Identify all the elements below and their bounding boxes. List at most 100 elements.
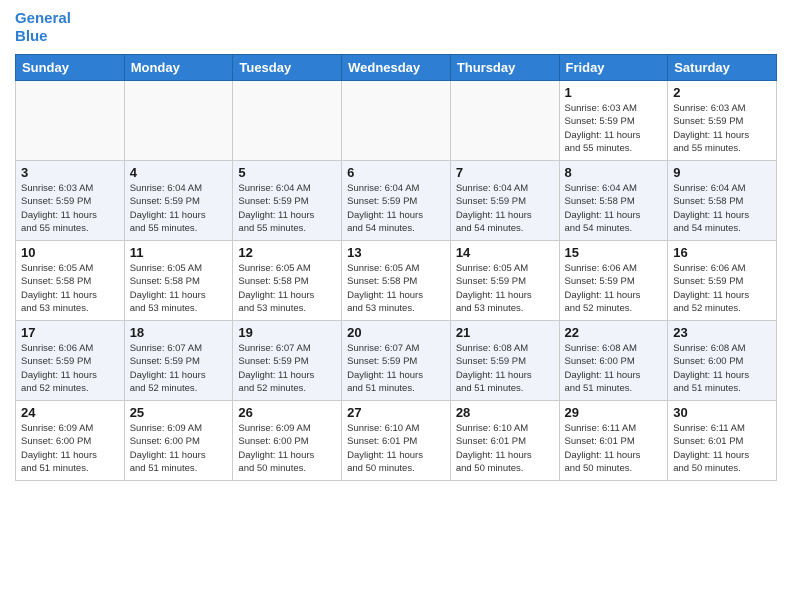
day-cell: 11Sunrise: 6:05 AM Sunset: 5:58 PM Dayli… xyxy=(124,241,233,321)
week-row-2: 3 Sunrise: 6:03 AM Sunset: 5:59 PM Daylig… xyxy=(16,161,777,241)
day-number: 13 xyxy=(347,245,445,260)
day-info: Sunrise: 6:04 AM Sunset: 5:59 PM Dayligh… xyxy=(130,182,228,235)
day-cell xyxy=(124,81,233,161)
day-cell: 2 Sunrise: 6:03 AM Sunset: 5:59 PM Daylig… xyxy=(668,81,777,161)
day-info: Sunrise: 6:07 AM Sunset: 5:59 PM Dayligh… xyxy=(347,342,445,395)
day-number: 14 xyxy=(456,245,554,260)
day-number: 19 xyxy=(238,325,336,340)
day-cell: 29 Sunrise: 6:11 AM Sunset: 6:01 PM Dayli… xyxy=(559,401,668,481)
day-info: Sunrise: 6:03 AM Sunset: 5:59 PM Dayligh… xyxy=(21,182,119,235)
weekday-tuesday: Tuesday xyxy=(233,55,342,81)
day-number: 18 xyxy=(130,325,228,340)
day-cell: 22Sunrise: 6:08 AM Sunset: 6:00 PM Dayli… xyxy=(559,321,668,401)
day-cell: 7Sunrise: 6:04 AM Sunset: 5:59 PM Daylig… xyxy=(450,161,559,241)
day-cell: 30 Sunrise: 6:11 AM Sunset: 6:01 PM Dayli… xyxy=(668,401,777,481)
day-number: 6 xyxy=(347,165,445,180)
day-number: 5 xyxy=(238,165,336,180)
day-info: Sunrise: 6:11 AM Sunset: 6:01 PM Dayligh… xyxy=(565,422,663,475)
day-cell: 13 Sunrise: 6:05 AM Sunset: 5:58 PM Dayli… xyxy=(342,241,451,321)
day-number: 12 xyxy=(238,245,336,260)
weekday-sunday: Sunday xyxy=(16,55,125,81)
day-number: 22 xyxy=(565,325,663,340)
day-cell: 24 Sunrise: 6:09 AM Sunset: 6:00 PM Dayli… xyxy=(16,401,125,481)
day-info: Sunrise: 6:05 AM Sunset: 5:58 PM Dayligh… xyxy=(347,262,445,315)
day-number: 21 xyxy=(456,325,554,340)
weekday-saturday: Saturday xyxy=(668,55,777,81)
day-info: Sunrise: 6:08 AM Sunset: 6:00 PM Dayligh… xyxy=(673,342,771,395)
logo-text: General Blue xyxy=(15,10,71,46)
day-number: 17 xyxy=(21,325,119,340)
day-number: 1 xyxy=(565,85,663,100)
day-cell: 8Sunrise: 6:04 AM Sunset: 5:58 PM Daylig… xyxy=(559,161,668,241)
weekday-header-row: SundayMondayTuesdayWednesdayThursdayFrid… xyxy=(16,55,777,81)
week-row-3: 10 Sunrise: 6:05 AM Sunset: 5:58 PM Dayli… xyxy=(16,241,777,321)
day-info: Sunrise: 6:10 AM Sunset: 6:01 PM Dayligh… xyxy=(347,422,445,475)
day-cell: 23Sunrise: 6:08 AM Sunset: 6:00 PM Dayli… xyxy=(668,321,777,401)
day-number: 11 xyxy=(130,245,228,260)
day-info: Sunrise: 6:09 AM Sunset: 6:00 PM Dayligh… xyxy=(130,422,228,475)
day-info: Sunrise: 6:04 AM Sunset: 5:59 PM Dayligh… xyxy=(238,182,336,235)
page: General Blue SundayMondayTuesdayWednesda… xyxy=(0,0,792,496)
weekday-monday: Monday xyxy=(124,55,233,81)
day-info: Sunrise: 6:04 AM Sunset: 5:59 PM Dayligh… xyxy=(347,182,445,235)
day-info: Sunrise: 6:04 AM Sunset: 5:59 PM Dayligh… xyxy=(456,182,554,235)
day-number: 8 xyxy=(565,165,663,180)
weekday-thursday: Thursday xyxy=(450,55,559,81)
day-cell: 21 Sunrise: 6:08 AM Sunset: 5:59 PM Dayli… xyxy=(450,321,559,401)
day-info: Sunrise: 6:09 AM Sunset: 6:00 PM Dayligh… xyxy=(21,422,119,475)
day-cell xyxy=(16,81,125,161)
day-info: Sunrise: 6:03 AM Sunset: 5:59 PM Dayligh… xyxy=(673,102,771,155)
calendar-table: SundayMondayTuesdayWednesdayThursdayFrid… xyxy=(15,54,777,481)
day-number: 25 xyxy=(130,405,228,420)
day-info: Sunrise: 6:07 AM Sunset: 5:59 PM Dayligh… xyxy=(130,342,228,395)
day-cell: 27 Sunrise: 6:10 AM Sunset: 6:01 PM Dayli… xyxy=(342,401,451,481)
day-cell: 20 Sunrise: 6:07 AM Sunset: 5:59 PM Dayli… xyxy=(342,321,451,401)
day-info: Sunrise: 6:11 AM Sunset: 6:01 PM Dayligh… xyxy=(673,422,771,475)
day-number: 9 xyxy=(673,165,771,180)
day-info: Sunrise: 6:07 AM Sunset: 5:59 PM Dayligh… xyxy=(238,342,336,395)
day-cell: 3 Sunrise: 6:03 AM Sunset: 5:59 PM Daylig… xyxy=(16,161,125,241)
day-info: Sunrise: 6:08 AM Sunset: 5:59 PM Dayligh… xyxy=(456,342,554,395)
day-cell: 10 Sunrise: 6:05 AM Sunset: 5:58 PM Dayli… xyxy=(16,241,125,321)
day-info: Sunrise: 6:05 AM Sunset: 5:58 PM Dayligh… xyxy=(21,262,119,315)
day-number: 29 xyxy=(565,405,663,420)
week-row-5: 24 Sunrise: 6:09 AM Sunset: 6:00 PM Dayli… xyxy=(16,401,777,481)
day-number: 4 xyxy=(130,165,228,180)
day-info: Sunrise: 6:05 AM Sunset: 5:59 PM Dayligh… xyxy=(456,262,554,315)
day-number: 2 xyxy=(673,85,771,100)
day-number: 30 xyxy=(673,405,771,420)
day-info: Sunrise: 6:06 AM Sunset: 5:59 PM Dayligh… xyxy=(21,342,119,395)
day-number: 27 xyxy=(347,405,445,420)
day-info: Sunrise: 6:05 AM Sunset: 5:58 PM Dayligh… xyxy=(238,262,336,315)
day-number: 20 xyxy=(347,325,445,340)
day-cell: 19 Sunrise: 6:07 AM Sunset: 5:59 PM Dayli… xyxy=(233,321,342,401)
logo: General Blue xyxy=(15,10,71,46)
day-cell: 1Sunrise: 6:03 AM Sunset: 5:59 PM Daylig… xyxy=(559,81,668,161)
day-cell: 16Sunrise: 6:06 AM Sunset: 5:59 PM Dayli… xyxy=(668,241,777,321)
day-cell: 4 Sunrise: 6:04 AM Sunset: 5:59 PM Daylig… xyxy=(124,161,233,241)
weekday-friday: Friday xyxy=(559,55,668,81)
day-info: Sunrise: 6:09 AM Sunset: 6:00 PM Dayligh… xyxy=(238,422,336,475)
day-info: Sunrise: 6:06 AM Sunset: 5:59 PM Dayligh… xyxy=(565,262,663,315)
day-number: 15 xyxy=(565,245,663,260)
day-cell: 15 Sunrise: 6:06 AM Sunset: 5:59 PM Dayli… xyxy=(559,241,668,321)
day-cell: 5 Sunrise: 6:04 AM Sunset: 5:59 PM Daylig… xyxy=(233,161,342,241)
day-cell xyxy=(233,81,342,161)
day-cell: 17 Sunrise: 6:06 AM Sunset: 5:59 PM Dayli… xyxy=(16,321,125,401)
day-info: Sunrise: 6:06 AM Sunset: 5:59 PM Dayligh… xyxy=(673,262,771,315)
day-cell: 12 Sunrise: 6:05 AM Sunset: 5:58 PM Dayli… xyxy=(233,241,342,321)
week-row-4: 17 Sunrise: 6:06 AM Sunset: 5:59 PM Dayli… xyxy=(16,321,777,401)
day-number: 24 xyxy=(21,405,119,420)
day-cell: 18 Sunrise: 6:07 AM Sunset: 5:59 PM Dayli… xyxy=(124,321,233,401)
day-cell: 6 Sunrise: 6:04 AM Sunset: 5:59 PM Daylig… xyxy=(342,161,451,241)
day-info: Sunrise: 6:10 AM Sunset: 6:01 PM Dayligh… xyxy=(456,422,554,475)
day-cell: 28 Sunrise: 6:10 AM Sunset: 6:01 PM Dayli… xyxy=(450,401,559,481)
day-number: 3 xyxy=(21,165,119,180)
logo-line2: Blue xyxy=(15,28,48,45)
day-info: Sunrise: 6:04 AM Sunset: 5:58 PM Dayligh… xyxy=(673,182,771,235)
day-cell: 14 Sunrise: 6:05 AM Sunset: 5:59 PM Dayli… xyxy=(450,241,559,321)
day-number: 10 xyxy=(21,245,119,260)
day-cell xyxy=(450,81,559,161)
weekday-wednesday: Wednesday xyxy=(342,55,451,81)
day-number: 28 xyxy=(456,405,554,420)
